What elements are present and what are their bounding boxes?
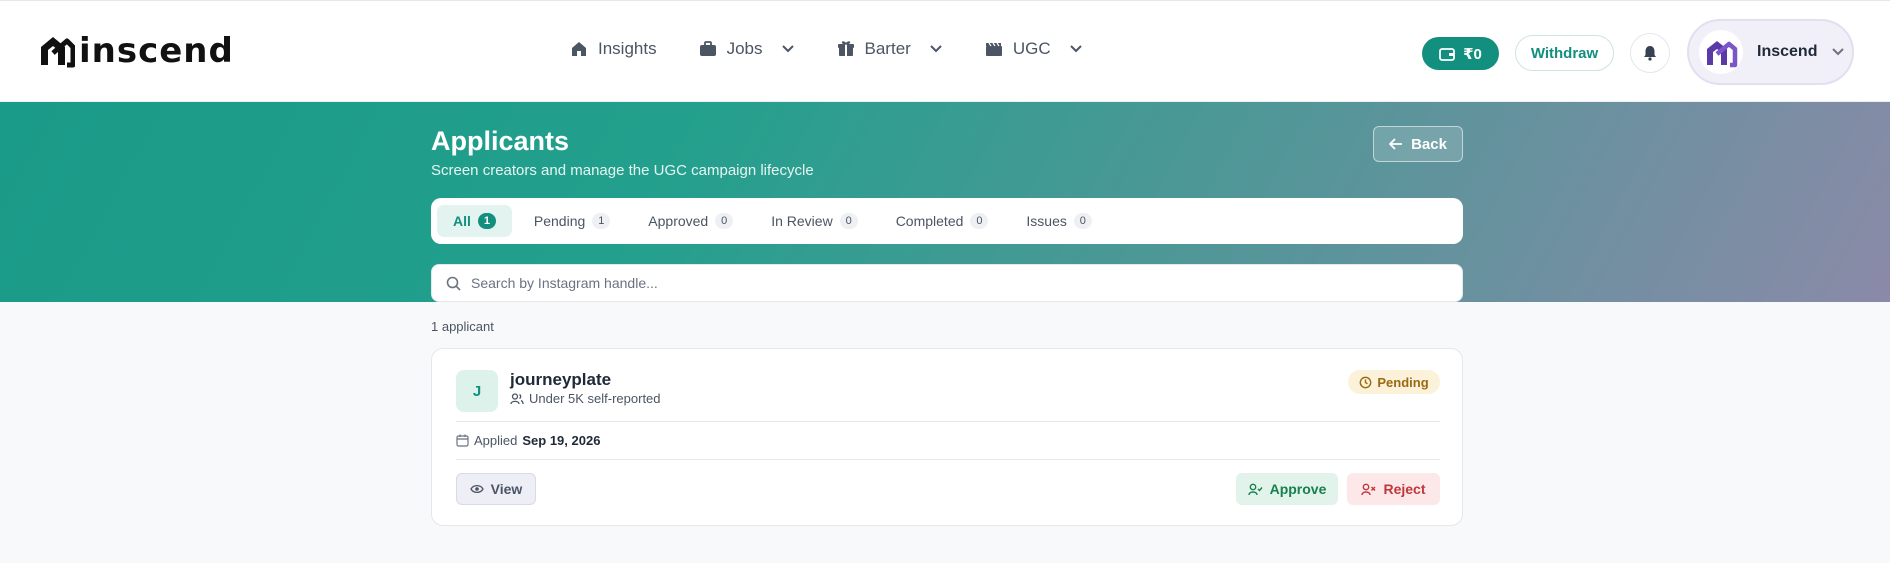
approve-label: Approve [1269, 481, 1327, 497]
home-icon [572, 42, 586, 56]
reject-label: Reject [1383, 481, 1426, 497]
view-label: View [490, 481, 523, 497]
applicant-handle: journeyplate [510, 370, 612, 389]
chevron-down-icon [781, 45, 794, 53]
back-label: Back [1411, 135, 1447, 153]
search-input[interactable] [471, 275, 1431, 291]
tab-label: Pending [533, 213, 586, 229]
wallet-icon [1439, 47, 1456, 61]
main-menu: Insights Jobs Barter UGC [570, 39, 1125, 59]
user-check-icon [1247, 483, 1263, 495]
logo-mark-icon [41, 37, 75, 68]
nav-item-jobs[interactable]: Jobs [699, 39, 795, 59]
eye-icon [469, 484, 484, 494]
tab-label: Issues [1026, 213, 1067, 229]
users-icon [510, 392, 524, 404]
brand-avatar-icon [1707, 41, 1738, 68]
arrow-left-icon [1389, 138, 1403, 150]
status-tabs: All 1 Pending 1 Approved 0 In Review 0 C… [431, 198, 1463, 244]
gift-icon [837, 41, 854, 56]
tab-count: 1 [477, 213, 496, 229]
tab-all[interactable]: All 1 [437, 205, 512, 237]
divider [456, 421, 1440, 422]
approve-button[interactable]: Approve [1236, 473, 1338, 505]
tab-completed[interactable]: Completed 0 [880, 205, 1005, 237]
page-subtitle: Screen creators and manage the UGC campa… [431, 162, 814, 179]
search-bar [431, 264, 1463, 302]
avatar [1699, 30, 1743, 74]
tab-label: All [453, 213, 471, 229]
tab-in-review[interactable]: In Review 0 [755, 205, 873, 237]
bell-icon [1644, 46, 1656, 61]
clapperboard-icon [985, 42, 1002, 56]
applicant-followers: Under 5K self-reported [510, 391, 661, 406]
status-text: Pending [1377, 374, 1429, 390]
tab-approved[interactable]: Approved 0 [632, 205, 749, 237]
withdraw-button[interactable]: Withdraw [1515, 35, 1614, 71]
top-navbar: inscend Insights Jobs Barter UGC ₹0 With… [0, 0, 1890, 102]
applied-date: Applied Sep 19, 2026 [456, 433, 600, 448]
briefcase-icon [699, 41, 716, 56]
brand-logo[interactable]: inscend [37, 31, 234, 71]
nav-item-label: Insights [598, 39, 657, 58]
tab-count: 0 [839, 213, 858, 229]
chevron-down-icon [1832, 48, 1845, 56]
tab-count: 0 [715, 213, 734, 229]
back-button[interactable]: Back [1373, 126, 1463, 162]
applicant-avatar: J [456, 370, 498, 412]
reject-button[interactable]: Reject [1347, 473, 1440, 505]
divider [456, 459, 1440, 460]
nav-item-insights[interactable]: Insights [570, 39, 657, 59]
wallet-balance-button[interactable]: ₹0 [1422, 37, 1499, 70]
applied-date-value: Sep 19, 2026 [522, 433, 601, 448]
tab-count: 0 [970, 213, 989, 229]
nav-item-label: UGC [1012, 39, 1051, 58]
search-icon [446, 276, 461, 291]
profile-name: Inscend [1757, 43, 1818, 60]
tab-label: Approved [648, 213, 709, 229]
notifications-button[interactable] [1630, 33, 1670, 73]
tab-pending[interactable]: Pending 1 [518, 205, 626, 237]
wallet-amount: ₹0 [1463, 45, 1482, 63]
page-title: Applicants [431, 126, 570, 156]
applicant-count: 1 applicant [431, 319, 494, 334]
view-button[interactable]: View [456, 473, 536, 505]
chevron-down-icon [1069, 45, 1082, 53]
nav-item-label: Barter [864, 39, 911, 58]
tab-count: 1 [592, 213, 611, 229]
applied-label: Applied [474, 433, 518, 448]
user-x-icon [1361, 483, 1376, 495]
chevron-down-icon [930, 45, 942, 53]
status-badge: Pending [1348, 370, 1440, 394]
followers-text: Under 5K self-reported [529, 391, 661, 406]
nav-item-barter[interactable]: Barter [837, 39, 943, 59]
tab-count: 0 [1073, 213, 1092, 229]
tab-issues[interactable]: Issues 0 [1010, 205, 1107, 237]
nav-item-ugc[interactable]: UGC [985, 39, 1083, 59]
applicant-card: J journeyplate Under 5K self-reported Pe… [431, 348, 1463, 526]
tab-label: Completed [895, 213, 964, 229]
profile-menu[interactable]: Inscend [1687, 19, 1854, 85]
brand-name: inscend [79, 31, 234, 71]
nav-item-label: Jobs [726, 39, 763, 58]
clock-icon [1359, 376, 1372, 388]
tab-label: In Review [771, 213, 833, 229]
calendar-icon [456, 434, 469, 447]
